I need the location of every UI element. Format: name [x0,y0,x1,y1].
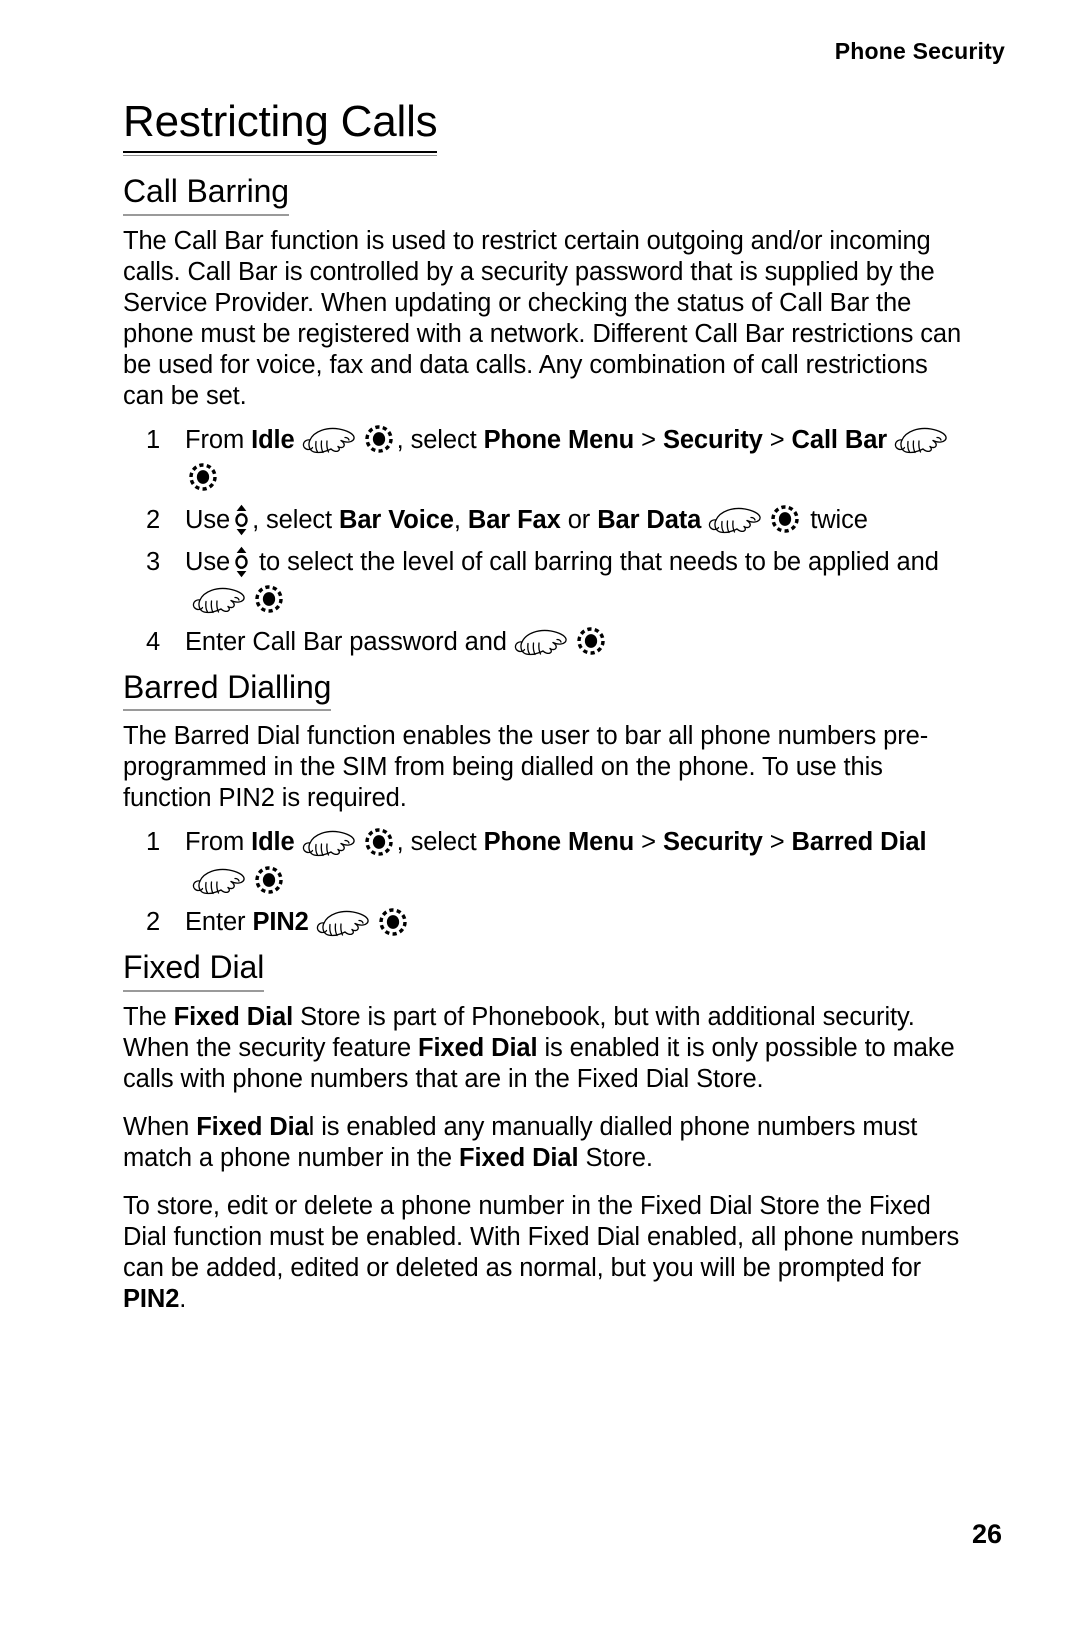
section-heading-call-barring: Call Barring [123,174,289,216]
emphasis-text: Phone Menu [483,828,635,857]
emphasis-text: PIN2 [252,908,309,937]
nav-updown-key-icon [233,546,250,578]
running-header: Phone Security [834,38,1005,64]
body-text: Enter [185,908,253,937]
hand-press-icon [707,505,763,535]
step-number: 1 [146,425,161,454]
step-item: 2 Use , select Bar Voice, Bar Fax or Bar D… [123,501,968,539]
step-text: Use to select the level of call barring … [185,543,968,619]
emphasis-text: Fixed Dial [173,1002,294,1031]
step-number: 3 [146,547,161,576]
hand-press-icon [301,828,357,858]
hand-press-icon [513,627,569,657]
section-paragraph: When Fixed Dial is enabled any manually … [123,1112,968,1174]
emphasis-text: Bar Fax [467,505,561,534]
emphasis-text: Fixed Dial [418,1033,538,1062]
page-number: 26 [971,1519,1002,1549]
section-paragraph: The Fixed Dial Store is part of Phoneboo… [123,1002,968,1095]
section-intro-paragraph: The Call Bar function is used to restric… [123,226,962,410]
step-text: Enter PIN2 [185,903,968,941]
emphasis-text: Bar Data [597,505,702,534]
body-text: Store. [578,1143,653,1172]
step-number: 2 [146,908,161,937]
emphasis-text: Fixed Dia [196,1112,309,1141]
body-text: , select [396,425,484,454]
body-text: twice [803,505,868,534]
step-item: 2 Enter PIN2 [123,903,968,941]
step-number: 4 [146,627,161,656]
body-text: When [123,1112,197,1141]
step-text: Enter Call Bar password and [185,623,968,661]
body-text: The [123,1002,174,1031]
step-text: Use , select Bar Voice, Bar Fax or Bar Da… [185,501,968,539]
select-key-icon [378,907,408,937]
step-text: From Idle, select Phone Menu > Security … [185,823,968,899]
page-content: Restricting Calls Call Barring The Call B… [123,100,968,1332]
hand-press-icon [301,425,357,455]
body-text: , select [252,505,340,534]
section-paragraph: To store, edit or delete a phone number … [123,1191,968,1315]
body-text: Use [185,505,231,534]
body-text: Enter Call Bar password and [185,627,507,656]
body-text: or [560,505,598,534]
emphasis-text: Security [662,425,763,454]
section-call-barring: Call Barring The Call Bar function is use… [123,174,968,661]
emphasis-text: Fixed Dial [459,1143,579,1172]
section-heading-barred-dialling: Barred Dialling [123,670,331,712]
numbered-step-list: 1 From Idle , select Phone Menu > Security… [123,421,968,661]
step-text: From Idle, select Phone Menu > Security … [185,421,968,497]
body-text: > [762,425,792,454]
body-text: . [179,1284,187,1313]
step-item: 3 Use to select the level of call barring… [123,543,968,619]
select-key-icon [364,827,394,857]
body-text: To store, edit or delete a phone number … [123,1191,960,1282]
body-text: , [453,505,468,534]
page-title: Restricting Calls [123,100,438,156]
section-intro-paragraph: The Barred Dial function enables the use… [123,722,929,813]
emphasis-text: PIN2 [123,1284,180,1313]
body-text: > [634,828,663,857]
step-item: 1 From Idle , select Phone Menu > Security… [123,421,968,497]
sections-root: Call Barring The Call Bar function is use… [123,174,968,1315]
select-key-icon [254,584,284,614]
body-text: Use [185,547,231,576]
emphasis-text: Call Bar [791,425,888,454]
step-number: 2 [146,505,161,534]
select-key-icon [364,424,394,454]
body-text: From [185,828,252,857]
section-heading-fixed-dial: Fixed Dial [123,951,264,992]
body-text: > [762,828,792,857]
emphasis-text: Security [662,828,763,857]
emphasis-text: Idle [251,828,295,857]
step-item: 4 Enter Call Bar password and [123,623,968,661]
hand-press-icon [191,585,247,615]
section-barred-dialling: Barred Dialling The Barred Dial function … [123,670,968,942]
section-heading-container: Call Barring [123,174,968,216]
section-heading-container: Fixed Dial [123,951,968,992]
emphasis-text: Bar Voice [339,505,454,534]
select-key-icon [576,626,606,656]
hand-press-icon [191,866,247,896]
numbered-step-list: 1 From Idle , select Phone Menu > Security… [123,823,968,941]
body-text: , select [396,828,484,857]
hand-press-icon [315,908,371,938]
select-key-icon [770,504,800,534]
section-fixed-dial: Fixed Dial The Fixed Dial Store is part o… [123,951,968,1315]
chapter-title-container: Restricting Calls [123,100,968,156]
body-text: to select the level of call barring that… [252,547,939,576]
body-text: From [185,425,252,454]
section-heading-container: Barred Dialling [123,670,968,712]
step-number: 1 [146,828,161,857]
emphasis-text: Idle [251,425,295,454]
emphasis-text: Phone Menu [483,425,635,454]
nav-updown-key-icon [233,504,250,536]
select-key-icon [188,462,218,492]
hand-press-icon [893,425,949,455]
select-key-icon [254,865,284,895]
emphasis-text: Barred Dial [791,828,927,857]
document-page: Phone Security Restricting Calls Call Ba… [0,0,1080,1632]
step-item: 1 From Idle , select Phone Menu > Security… [123,823,968,899]
body-text: > [634,425,663,454]
